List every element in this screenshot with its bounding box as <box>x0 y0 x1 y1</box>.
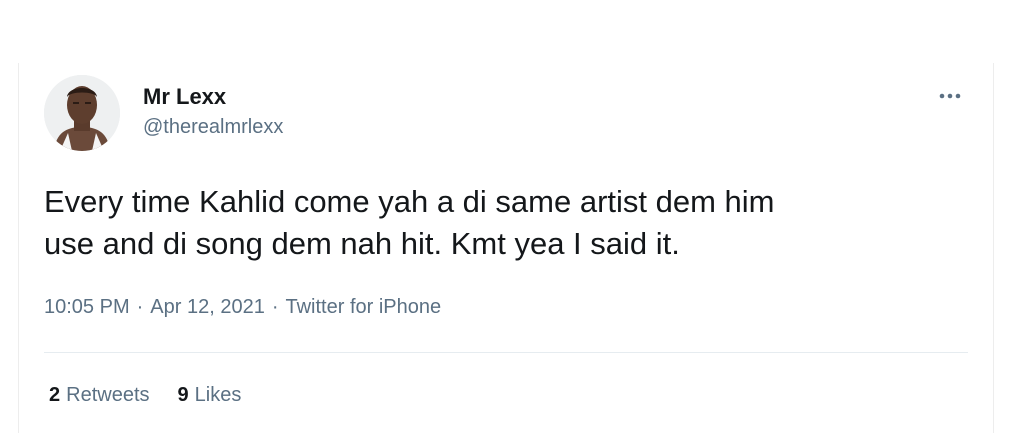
likes-label: Likes <box>194 384 242 406</box>
tweet-stats: 2 Retweets 9 Likes <box>49 384 269 407</box>
retweets-label: Retweets <box>66 384 150 406</box>
more-options-button[interactable] <box>934 84 966 108</box>
likes-count: 9 <box>177 384 189 406</box>
retweets-stat[interactable]: 2 Retweets <box>49 384 150 406</box>
display-name[interactable]: Mr Lexx <box>143 84 226 110</box>
likes-stat[interactable]: 9 Likes <box>178 384 242 406</box>
divider <box>44 352 968 353</box>
meta-separator: · <box>136 296 144 318</box>
retweets-count: 2 <box>49 384 61 406</box>
tweet-metadata: 10:05 PM · Apr 12, 2021 · Twitter for iPhone <box>44 296 441 319</box>
profile-photo-icon <box>44 75 120 151</box>
tweet-text: Every time Kahlid come yah a di same art… <box>44 184 775 261</box>
user-handle[interactable]: @therealmrlexx <box>143 116 283 139</box>
meta-separator: · <box>271 296 279 318</box>
avatar[interactable] <box>44 75 120 151</box>
more-horizontal-icon <box>939 93 961 99</box>
tweet-date[interactable]: Apr 12, 2021 <box>150 296 265 318</box>
tweet-time[interactable]: 10:05 PM <box>44 296 130 318</box>
tweet-source[interactable]: Twitter for iPhone <box>285 296 441 318</box>
